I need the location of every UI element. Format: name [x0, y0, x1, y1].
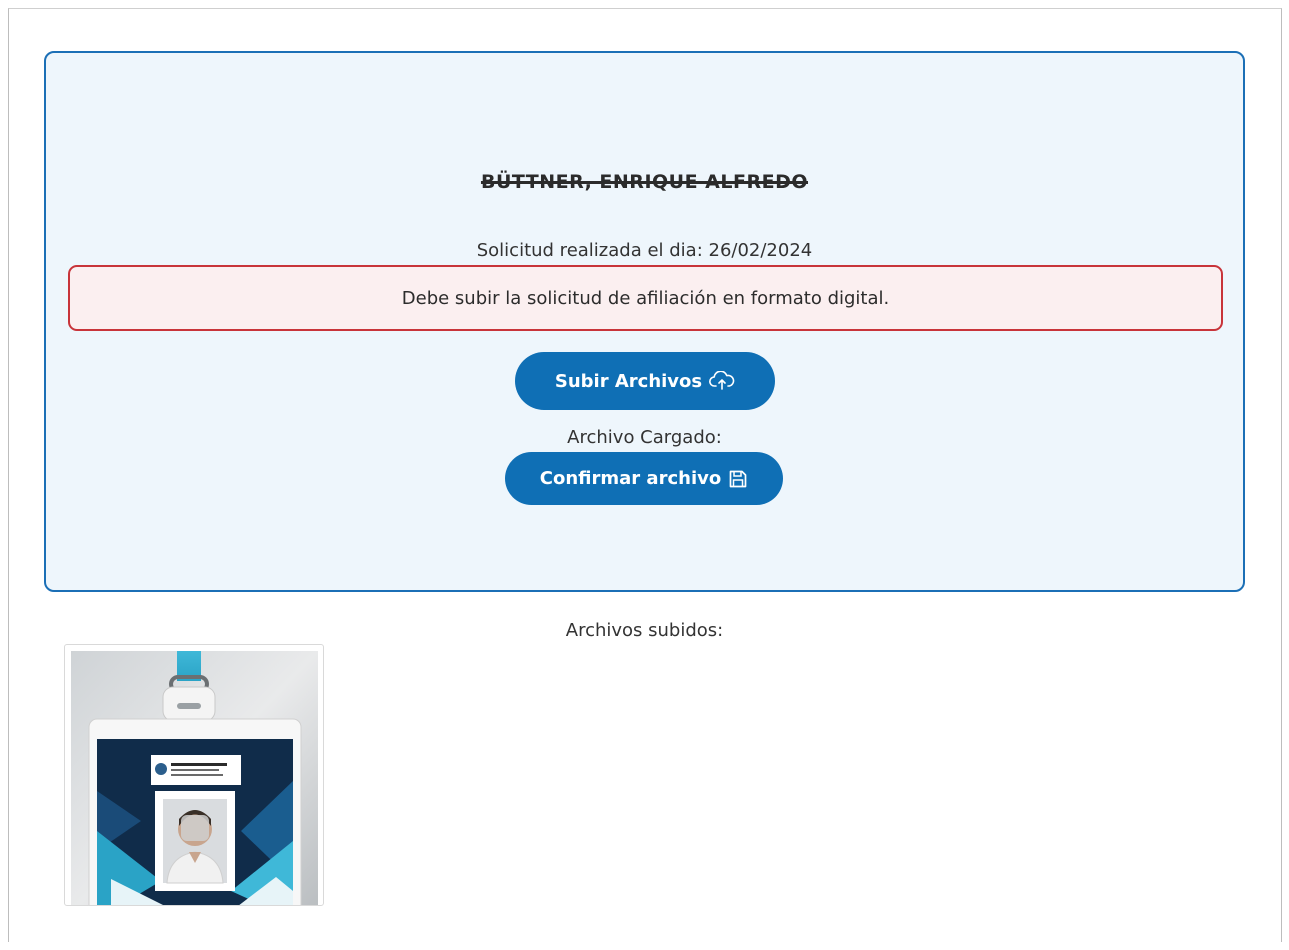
file-loaded-label: Archivo Cargado: [567, 427, 722, 448]
alert-message: Debe subir la solicitud de afiliación en… [401, 287, 890, 309]
applicant-name: BÜTTNER, ENRIQUE ALFREDO [480, 171, 809, 193]
save-icon [728, 469, 748, 489]
confirm-file-label: Confirmar archivo [539, 468, 722, 489]
request-card: BÜTTNER, ENRIQUE ALFREDO Solicitud reali… [44, 51, 1245, 592]
upload-files-button[interactable]: Subir Archivos [515, 352, 775, 410]
id-badge-image [71, 651, 318, 905]
uploaded-files-title: Archivos subidos: [565, 620, 724, 641]
alert-upload-required: Debe subir la solicitud de afiliación en… [68, 265, 1223, 331]
upload-files-label: Subir Archivos [554, 370, 703, 392]
cloud-upload-icon [709, 371, 735, 391]
confirm-file-button[interactable]: Confirmar archivo [505, 452, 783, 505]
request-date: Solicitud realizada el dia: 26/02/2024 [476, 240, 813, 261]
uploaded-file-thumbnail[interactable] [64, 644, 324, 906]
